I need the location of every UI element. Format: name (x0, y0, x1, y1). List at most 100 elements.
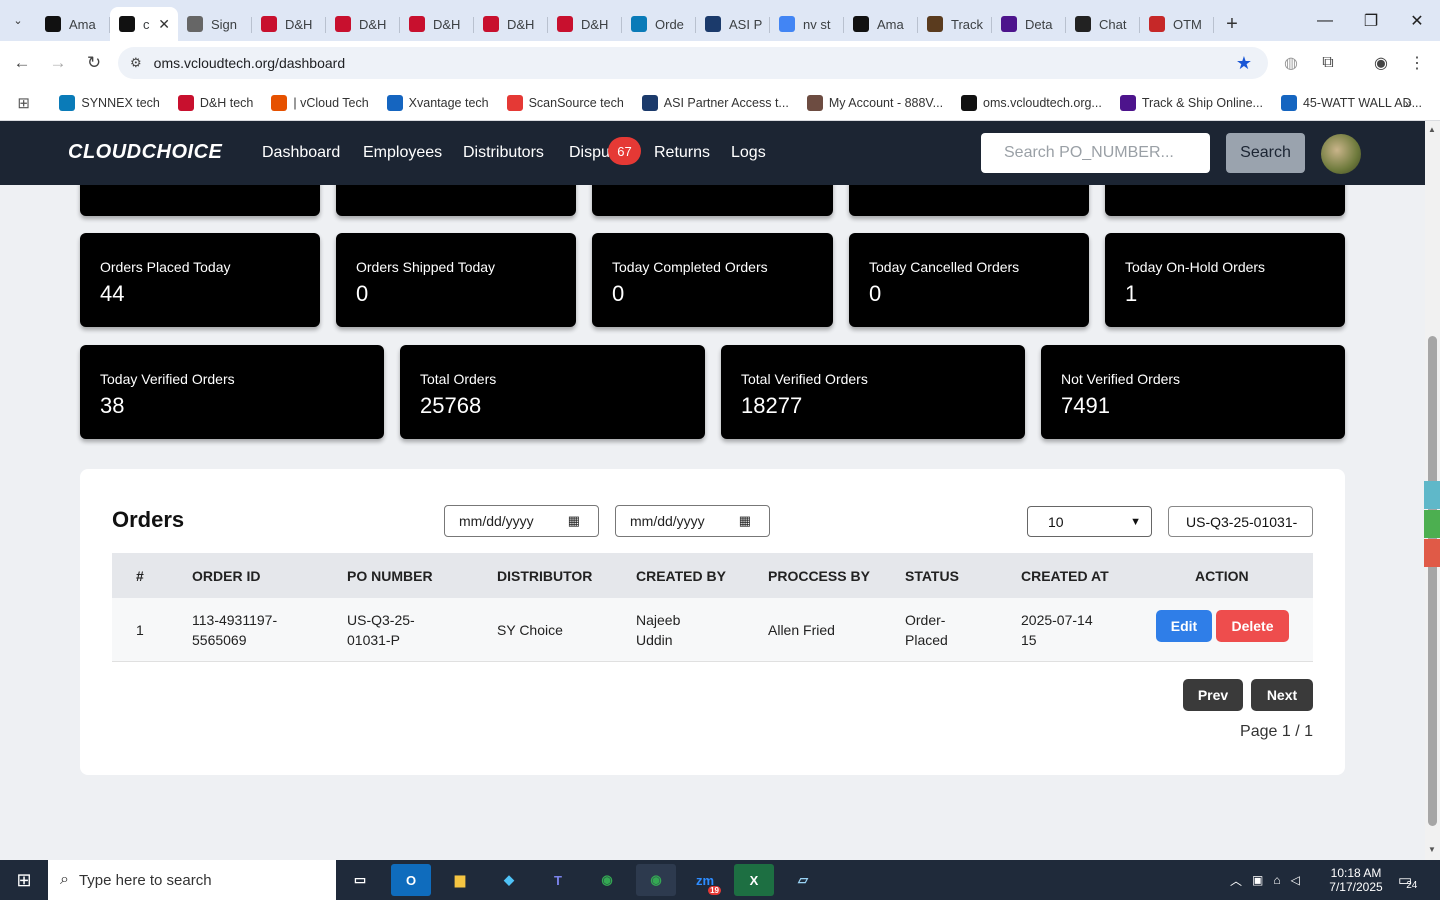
po-filter-input[interactable]: US-Q3-25-01031- (1168, 506, 1313, 537)
edit-button[interactable]: Edit (1156, 610, 1212, 642)
task-view-icon[interactable]: ▭ (340, 864, 380, 896)
scrollbar-thumb[interactable] (1428, 336, 1437, 826)
bookmark-item[interactable]: ASI Partner Access t... (641, 94, 789, 111)
next-button[interactable]: Next (1251, 679, 1313, 711)
wifi-icon[interactable]: ⌂ (1273, 873, 1280, 887)
outlook-icon[interactable]: O (391, 864, 431, 896)
new-tab-button[interactable]: + (1214, 7, 1250, 41)
calendar-icon[interactable]: ▦ (739, 513, 751, 529)
more-bookmarks-icon[interactable]: » (1404, 95, 1412, 111)
tab-label: Ama (877, 16, 904, 32)
prev-button[interactable]: Prev (1183, 679, 1243, 711)
cloudchoice-logo[interactable]: CLOUDCHOICE (68, 141, 222, 164)
browser-tab[interactable]: D&H (326, 7, 400, 41)
teams-icon[interactable]: T (538, 864, 578, 896)
browser-tab[interactable]: Sign (178, 7, 252, 41)
ups-icon (927, 16, 943, 32)
browser-tab[interactable]: Chat (1066, 7, 1140, 41)
bookmark-item[interactable]: Xvantage tech (386, 94, 489, 111)
stat-value: 38 (100, 393, 125, 418)
browser-tab[interactable]: nv st (770, 7, 844, 41)
stat-value: 0 (612, 281, 625, 306)
scroll-down-icon[interactable]: ▼ (1428, 845, 1436, 854)
side-widget-tab[interactable] (1424, 481, 1440, 509)
browser-tab[interactable]: D&H (400, 7, 474, 41)
forward-icon[interactable]: → (46, 51, 70, 75)
notepad-icon[interactable]: ▱ (783, 864, 823, 896)
chrome-active-icon[interactable]: ◉ (636, 864, 676, 896)
restore-icon[interactable]: ❐ (1348, 0, 1394, 41)
zoom-icon[interactable]: zm 19 (685, 864, 725, 896)
bookmark-item[interactable]: ScanSource tech (506, 94, 624, 111)
user-avatar[interactable] (1321, 134, 1361, 174)
po-search-input[interactable] (981, 133, 1210, 173)
back-icon[interactable]: ← (10, 51, 34, 75)
site-settings-icon[interactable]: ⚙ (130, 55, 142, 71)
side-widget-tab[interactable] (1424, 510, 1440, 538)
clock[interactable]: 10:18 AM 7/17/2025 (1325, 860, 1387, 900)
bookmark-item[interactable]: My Account - 888V... (806, 94, 943, 111)
date-from-input[interactable]: mm/dd/yyyy ▦ (444, 505, 599, 537)
bookmark-label: ScanSource tech (528, 95, 624, 110)
translate-icon[interactable]: ◍ (1280, 52, 1302, 74)
taskbar-search[interactable]: ⌕ Type here to search (48, 860, 336, 900)
browser-tab[interactable]: D&H (252, 7, 326, 41)
nav-distributors[interactable]: Distributors (463, 144, 544, 162)
apps-grid-icon[interactable]: ⊞ (0, 94, 47, 112)
nav-returns[interactable]: Returns (654, 144, 710, 162)
calendar-icon[interactable]: ▦ (568, 513, 580, 529)
browser-tab[interactable]: Track (918, 7, 992, 41)
tab-label: OTM (1173, 16, 1202, 32)
clock-time: 10:18 AM (1330, 866, 1382, 880)
search-button[interactable]: Search (1226, 133, 1305, 173)
profile-icon[interactable]: ◉ (1370, 52, 1392, 74)
browser-tab[interactable]: c ✕ (110, 7, 178, 41)
date-to-input[interactable]: mm/dd/yyyy ▦ (615, 505, 770, 537)
reload-icon[interactable]: ↻ (82, 51, 106, 75)
nav-disputes[interactable]: Dispu (569, 144, 610, 162)
close-tab-icon[interactable]: ✕ (158, 16, 170, 33)
bookmark-item[interactable]: Track & Ship Online... (1119, 94, 1263, 111)
tray-chevron-icon[interactable]: ︿ (1230, 872, 1242, 889)
browser-tab[interactable]: OTM (1140, 7, 1214, 41)
delete-button[interactable]: Delete (1216, 610, 1289, 642)
tab-search-dropdown-icon[interactable]: ⌄ (0, 0, 36, 41)
search-icon: ⌕ (60, 871, 69, 888)
minimize-icon[interactable]: — (1302, 0, 1348, 41)
browser-menu-icon[interactable]: ⋮ (1406, 52, 1428, 74)
bookmark-item[interactable]: | vCloud Tech (271, 94, 369, 111)
browser-tab[interactable]: D&H (548, 7, 622, 41)
address-bar[interactable]: ⚙ oms.vcloudtech.org/dashboard ★ (118, 47, 1268, 79)
network-icon[interactable]: ▣ (1252, 873, 1263, 887)
side-widget-tab[interactable] (1424, 539, 1440, 567)
browser-tab[interactable]: D&H (474, 7, 548, 41)
orders-panel: Orders mm/dd/yyyy ▦ mm/dd/yyyy ▦ 10 ▼ US… (80, 469, 1345, 775)
scroll-up-icon[interactable]: ▲ (1428, 125, 1436, 134)
excel-icon[interactable]: X (734, 864, 774, 896)
app-diamond-icon[interactable]: ◆ (489, 864, 529, 896)
nav-employees[interactable]: Employees (363, 144, 442, 162)
chrome-icon[interactable]: ◉ (587, 864, 627, 896)
dashboard-content: Orders Placed Today 44 Orders Shipped To… (0, 185, 1425, 860)
browser-tab[interactable]: Deta (992, 7, 1066, 41)
nav-logs[interactable]: Logs (731, 144, 766, 162)
file-explorer-icon[interactable]: ▆ (440, 864, 480, 896)
extensions-icon[interactable]: ⧉ (1317, 52, 1339, 74)
browser-tab[interactable]: Ama (844, 7, 918, 41)
bookmark-item[interactable]: oms.vcloudtech.org... (961, 94, 1102, 111)
orders-table-header: # ORDER ID PO NUMBER DISTRIBUTOR CREATED… (112, 553, 1313, 598)
nav-dashboard[interactable]: Dashboard (262, 144, 340, 162)
bookmark-item[interactable]: 45-WATT WALL AD... (1280, 94, 1422, 111)
page-size-select[interactable]: 10 ▼ (1027, 506, 1152, 537)
volume-icon[interactable]: ◁ (1291, 873, 1300, 887)
browser-tab[interactable]: ASI P (696, 7, 770, 41)
windows-start-icon[interactable]: ⊞ (0, 860, 48, 900)
close-window-icon[interactable]: ✕ (1394, 0, 1440, 41)
bookmark-item[interactable]: SYNNEX tech (59, 94, 160, 111)
notification-center-icon[interactable]: ▭ 24 (1398, 860, 1417, 900)
bookmark-item[interactable]: D&H tech (177, 94, 253, 111)
bookmark-star-icon[interactable]: ★ (1236, 53, 1252, 74)
browser-tab[interactable]: Orde (622, 7, 696, 41)
col-distributor: DISTRIBUTOR (497, 568, 593, 584)
browser-tab[interactable]: Ama (36, 7, 110, 41)
